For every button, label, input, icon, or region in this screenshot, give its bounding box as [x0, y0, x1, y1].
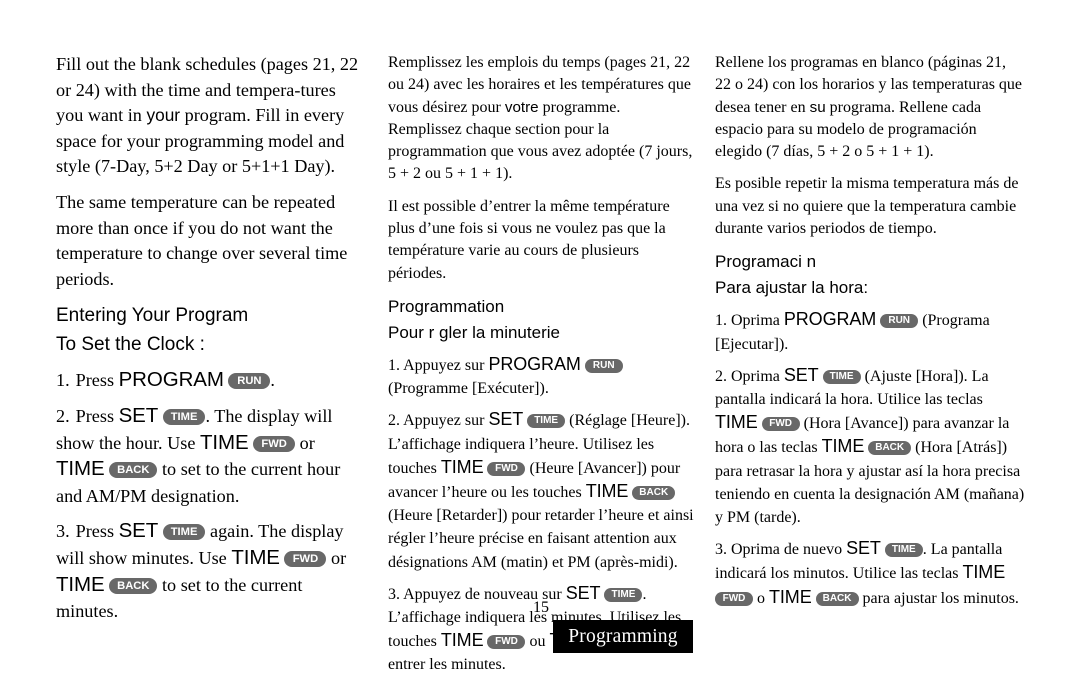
section-tab-programming: Programming [553, 620, 693, 653]
key-label-set: SET [118, 403, 159, 427]
heading-entering-your-program: Entering Your Program [56, 305, 249, 327]
step-text: Oprima [727, 312, 784, 330]
paragraph-intro-2: The same temperature can be repeated mor… [56, 191, 348, 289]
key-label-set: SET [846, 538, 881, 559]
emphasis-word: your [146, 105, 181, 126]
paragraph-intro-2: Il est possible d’entrer la même tempéra… [388, 197, 670, 282]
key-label-time: TIME [715, 412, 758, 433]
step-text: Press [75, 521, 119, 542]
step-number: 1. [715, 312, 727, 330]
key-label-program: PROGRAM [783, 309, 877, 330]
paragraph-intro-2: Es posible repetir la misma temperatura … [715, 175, 1019, 238]
step-text: Press [75, 405, 119, 426]
step-number: 3. [56, 521, 70, 542]
button-badge-run[interactable]: RUN [228, 373, 271, 390]
key-label-time: TIME [962, 562, 1006, 583]
emphasis-word: su [809, 98, 826, 116]
step-text: Appuyez sur [400, 356, 489, 374]
button-badge-back[interactable]: BACK [868, 441, 912, 456]
key-label-set: SET [488, 409, 524, 430]
column-french: Remplissez les emplois du temps (pages 2… [388, 52, 698, 677]
step-number: 2. [56, 405, 70, 426]
key-label-time: TIME [440, 456, 484, 477]
paragraph-intro-1: Fill out the blank schedules (pages 21, … [56, 52, 366, 180]
step-number: 3. [715, 541, 727, 559]
key-label-time: TIME [821, 436, 865, 457]
step-text: Press [75, 370, 119, 391]
step-text: . [270, 370, 275, 391]
heading-programmation: Programmation [388, 296, 505, 316]
key-label-time: TIME [56, 572, 105, 596]
emphasis-word: votre [504, 98, 539, 116]
step-item-1: 1. Press PROGRAM RUN. [56, 367, 366, 394]
paragraph-intro-1: Remplissez les emplois du temps (pages 2… [388, 52, 698, 186]
key-label-program: PROGRAM [118, 368, 224, 392]
step-item-2: 2. Appuyez sur SET TIME (Réglage [Heure]… [388, 408, 698, 573]
key-label-set: SET [118, 519, 159, 543]
button-badge-back[interactable]: BACK [109, 462, 158, 479]
step-text: (Heure [Retarder]) pour retarder l’heure… [388, 507, 694, 571]
column-spanish: Rellene los programas en blanco (páginas… [715, 52, 1025, 610]
heading-regler-la-minuterie: Pour r gler la minuterie [388, 322, 560, 342]
key-label-set: SET [783, 364, 819, 385]
button-badge-time[interactable]: TIME [162, 524, 206, 541]
button-badge-fwd[interactable]: FWD [761, 417, 800, 432]
step-number: 1. [388, 356, 400, 374]
heading-para-ajustar-la-hora: Para ajustar la hora: [715, 278, 869, 298]
step-item-2: 2. Oprima SET TIME (Ajuste [Hora]). La p… [715, 364, 1025, 529]
page-footer: 15 Programming [0, 598, 1080, 655]
button-badge-time[interactable]: TIME [162, 408, 206, 425]
button-badge-time[interactable]: TIME [822, 369, 861, 384]
step-text: or [326, 547, 347, 568]
key-label-time: TIME [56, 457, 105, 481]
button-badge-time[interactable]: TIME [884, 543, 923, 558]
step-item-1: 1. Appuyez sur PROGRAM RUN (Programme [E… [388, 353, 698, 400]
key-label-time: TIME [585, 480, 629, 501]
step-text: Appuyez sur [400, 412, 489, 430]
step-number: 2. [715, 367, 727, 385]
key-label-program: PROGRAM [488, 353, 581, 374]
step-item-2: 2. Press SET TIME. The display will show … [56, 403, 366, 509]
step-text: (Programme [Exécuter]). [388, 380, 549, 398]
paragraph-intro-1: Rellene los programas en blanco (páginas… [715, 52, 1025, 163]
step-number: 2. [388, 412, 400, 430]
button-badge-fwd[interactable]: FWD [284, 550, 327, 567]
step-text: Oprima [727, 367, 784, 385]
page-number: 15 [533, 599, 549, 616]
button-badge-time[interactable]: TIME [527, 414, 566, 429]
button-badge-fwd[interactable]: FWD [253, 435, 296, 452]
heading-to-set-the-clock: To Set the Clock : [56, 334, 205, 356]
button-badge-fwd[interactable]: FWD [487, 461, 526, 476]
step-text: or [295, 432, 315, 453]
key-label-time: TIME [231, 545, 280, 569]
button-badge-back[interactable]: BACK [109, 577, 158, 594]
key-label-time: TIME [199, 430, 249, 454]
step-item-1: 1. Oprima PROGRAM RUN (Programa [Ejecuta… [715, 308, 1025, 355]
button-badge-run[interactable]: RUN [584, 358, 623, 373]
button-badge-run[interactable]: RUN [880, 314, 919, 329]
manual-page: Fill out the blank schedules (pages 21, … [0, 0, 1080, 673]
step-text: Oprima de nuevo [727, 541, 847, 559]
heading-programacion: Programaci n [715, 252, 817, 272]
step-number: 1. [56, 370, 70, 391]
button-badge-back[interactable]: BACK [632, 485, 676, 500]
column-english: Fill out the blank schedules (pages 21, … [56, 52, 366, 625]
